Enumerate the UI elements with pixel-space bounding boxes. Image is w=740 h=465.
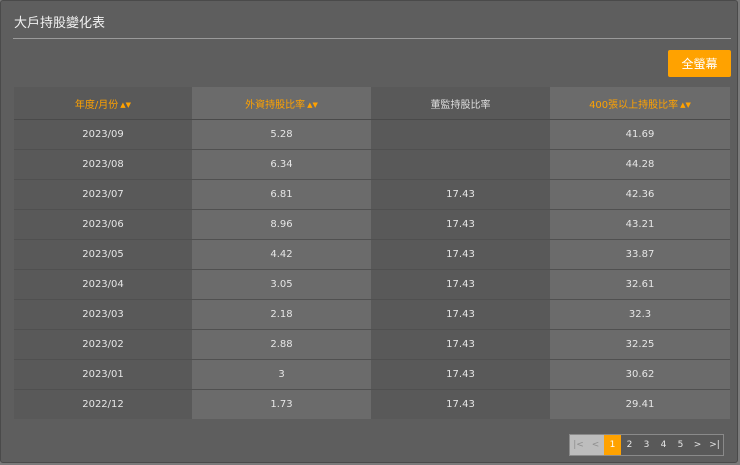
table-header-row: 年度/月份 ▲▼ 外資持股比率 ▲▼ 董監持股比率 400張以上持股比率 ▲▼ — [14, 87, 730, 120]
cell-period: 2023/03 — [14, 299, 192, 330]
fullscreen-button[interactable]: 全螢幕 — [668, 50, 731, 77]
table-row: 2023/09 5.28 41.69 — [14, 119, 730, 150]
cell-400-lots-ratio: 32.25 — [550, 329, 730, 360]
cell-foreign-ratio: 4.42 — [192, 239, 371, 270]
cell-400-lots-ratio: 32.3 — [550, 299, 730, 330]
cell-period: 2023/04 — [14, 269, 192, 300]
cell-director-ratio: 17.43 — [371, 359, 550, 390]
page-button-2[interactable]: 2 — [621, 435, 638, 455]
table-row: 2023/06 8.96 17.43 43.21 — [14, 209, 730, 240]
cell-director-ratio: 17.43 — [371, 179, 550, 210]
page-button-3[interactable]: 3 — [638, 435, 655, 455]
cell-period: 2022/12 — [14, 389, 192, 419]
column-header-director-ratio: 董監持股比率 — [371, 87, 550, 120]
table-row: 2022/12 1.73 17.43 29.41 — [14, 389, 730, 419]
cell-director-ratio: 17.43 — [371, 329, 550, 360]
cell-400-lots-ratio: 43.21 — [550, 209, 730, 240]
table-row: 2023/05 4.42 17.43 33.87 — [14, 239, 730, 270]
holdings-panel: 大戶持股變化表 全螢幕 年度/月份 ▲▼ 外資持股比率 ▲▼ 董監持股比率 400張… — [0, 0, 738, 463]
table-row: 2023/03 2.18 17.43 32.3 — [14, 299, 730, 330]
cell-director-ratio: 17.43 — [371, 209, 550, 240]
cell-director-ratio: 17.43 — [371, 389, 550, 419]
cell-director-ratio — [371, 149, 550, 180]
cell-400-lots-ratio: 42.36 — [550, 179, 730, 210]
prev-page-button[interactable]: < — [587, 435, 604, 455]
table-row: 2023/07 6.81 17.43 42.36 — [14, 179, 730, 210]
cell-period: 2023/01 — [14, 359, 192, 390]
cell-director-ratio: 17.43 — [371, 299, 550, 330]
cell-director-ratio: 17.43 — [371, 269, 550, 300]
sort-icon: ▲▼ — [307, 100, 318, 109]
page-button-4[interactable]: 4 — [655, 435, 672, 455]
column-label: 外資持股比率 — [245, 99, 306, 111]
page-button-5[interactable]: 5 — [672, 435, 689, 455]
cell-foreign-ratio: 5.28 — [192, 119, 371, 150]
cell-foreign-ratio: 2.88 — [192, 329, 371, 360]
cell-foreign-ratio: 3 — [192, 359, 371, 390]
sort-icon: ▲▼ — [680, 100, 691, 109]
cell-400-lots-ratio: 32.61 — [550, 269, 730, 300]
next-page-button[interactable]: > — [689, 435, 706, 455]
pagination: |< < 1 2 3 4 5 > >| — [569, 434, 724, 456]
cell-period: 2023/02 — [14, 329, 192, 360]
first-page-button[interactable]: |< — [570, 435, 587, 455]
cell-foreign-ratio: 6.81 — [192, 179, 371, 210]
table-body: 2023/09 5.28 41.69 2023/08 6.34 44.28 2023/07 6… — [14, 119, 730, 419]
cell-400-lots-ratio: 30.62 — [550, 359, 730, 390]
sort-icon: ▲▼ — [120, 100, 132, 109]
column-header-foreign-ratio[interactable]: 外資持股比率 ▲▼ — [192, 87, 371, 120]
cell-400-lots-ratio: 44.28 — [550, 149, 730, 180]
cell-400-lots-ratio: 29.41 — [550, 389, 730, 419]
table-row: 2023/04 3.05 17.43 32.61 — [14, 269, 730, 300]
table-row: 2023/01 3 17.43 30.62 — [14, 359, 730, 390]
holdings-table: 年度/月份 ▲▼ 外資持股比率 ▲▼ 董監持股比率 400張以上持股比率 ▲▼ 202… — [14, 87, 730, 419]
table-row: 2023/08 6.34 44.28 — [14, 149, 730, 180]
cell-foreign-ratio: 6.34 — [192, 149, 371, 180]
cell-foreign-ratio: 8.96 — [192, 209, 371, 240]
panel-title: 大戶持股變化表 — [14, 16, 106, 31]
cell-period: 2023/05 — [14, 239, 192, 270]
cell-director-ratio: 17.43 — [371, 239, 550, 270]
column-header-400-lots-ratio[interactable]: 400張以上持股比率 ▲▼ — [550, 87, 730, 120]
column-header-period[interactable]: 年度/月份 ▲▼ — [14, 87, 192, 120]
cell-400-lots-ratio: 33.87 — [550, 239, 730, 270]
title-divider — [13, 38, 731, 39]
column-label: 400張以上持股比率 — [589, 99, 679, 111]
cell-period: 2023/08 — [14, 149, 192, 180]
page-button-1[interactable]: 1 — [604, 435, 621, 455]
cell-period: 2023/06 — [14, 209, 192, 240]
last-page-button[interactable]: >| — [706, 435, 723, 455]
cell-foreign-ratio: 1.73 — [192, 389, 371, 419]
cell-period: 2023/09 — [14, 119, 192, 150]
column-label: 董監持股比率 — [430, 99, 491, 111]
cell-foreign-ratio: 2.18 — [192, 299, 371, 330]
cell-director-ratio — [371, 119, 550, 150]
column-label: 年度/月份 — [74, 99, 119, 111]
cell-400-lots-ratio: 41.69 — [550, 119, 730, 150]
cell-period: 2023/07 — [14, 179, 192, 210]
cell-foreign-ratio: 3.05 — [192, 269, 371, 300]
table-row: 2023/02 2.88 17.43 32.25 — [14, 329, 730, 360]
